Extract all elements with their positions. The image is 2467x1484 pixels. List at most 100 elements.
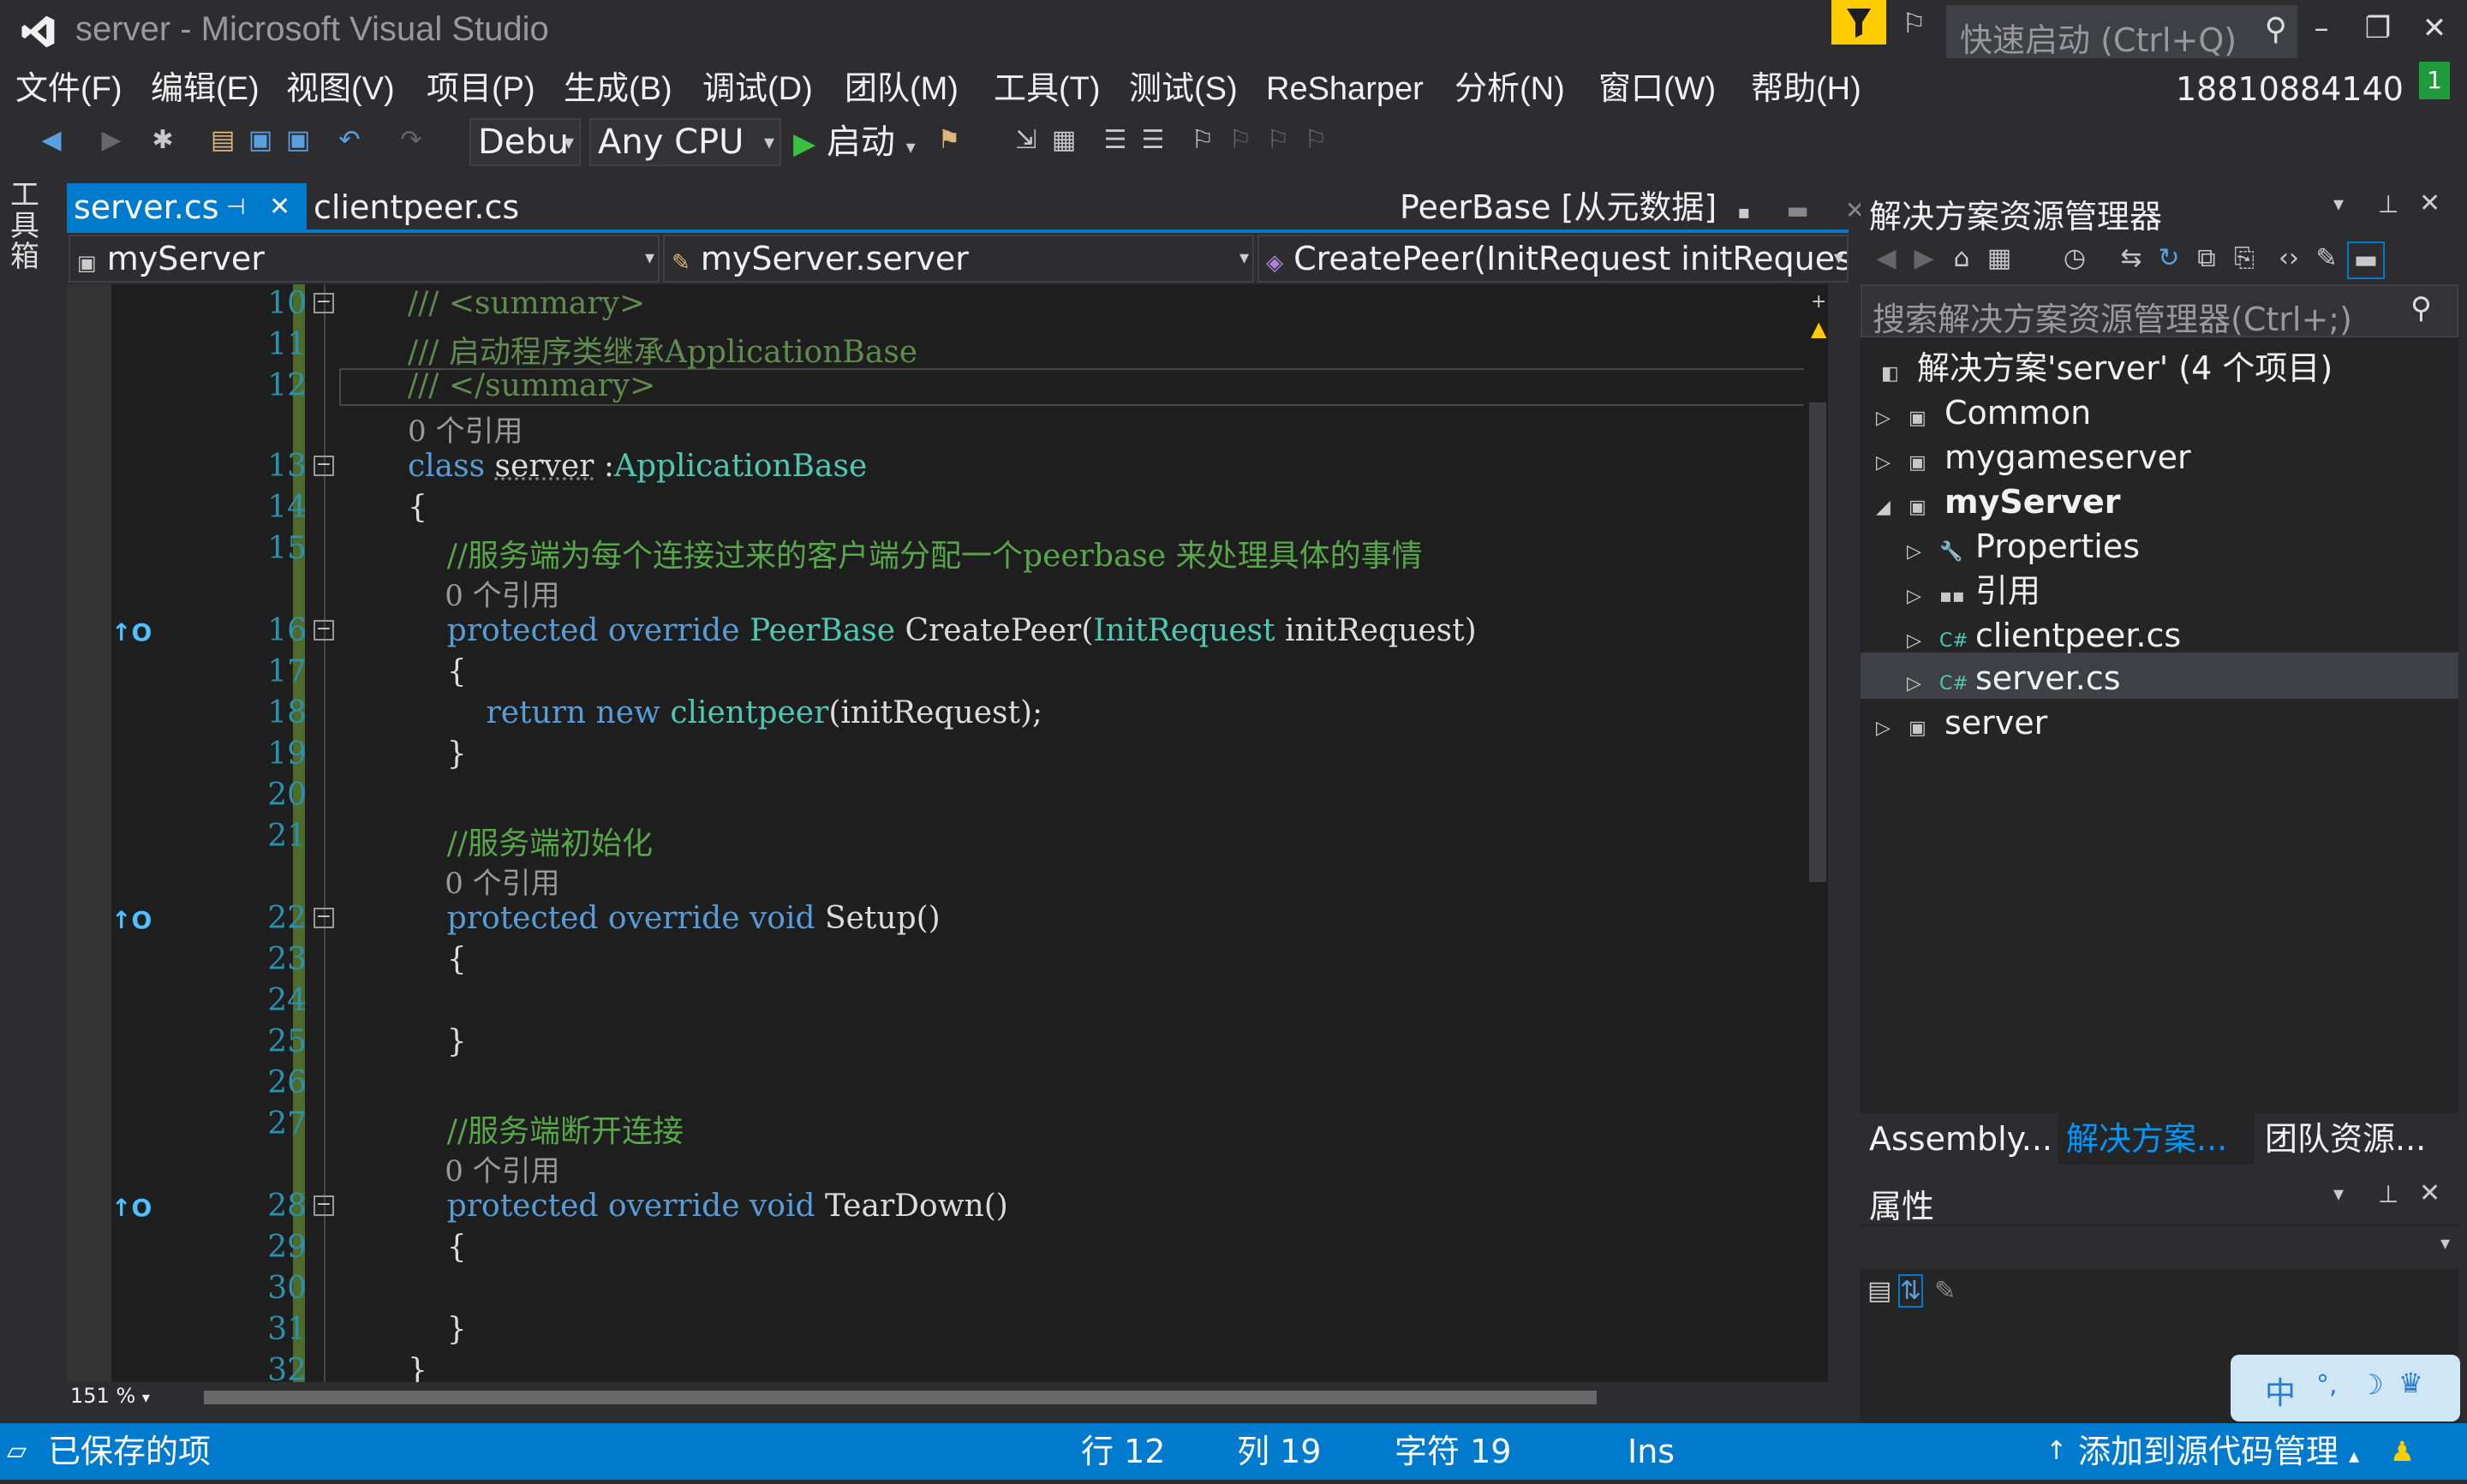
browser-link-icon[interactable]: ⚑ [932, 123, 966, 158]
add-to-source-control[interactable]: 添加到源代码管理 ▴ [2078, 1423, 2359, 1484]
menu-test[interactable]: 测试(S) [1129, 65, 1238, 113]
pin-icon[interactable]: ⊣ [226, 183, 246, 231]
editor-horizontal-scrollbar[interactable]: 151 % ▾ [67, 1382, 1828, 1411]
open-file-icon[interactable]: ▤ [206, 123, 240, 158]
view-code-icon[interactable]: ‹› [2272, 241, 2306, 276]
reference-count[interactable]: 0 个引用 [408, 408, 523, 450]
new-project-icon[interactable]: ✱ [146, 123, 180, 158]
override-marker-icon[interactable]: ↑O [111, 618, 152, 647]
indent-icon[interactable]: ☰ [1098, 123, 1132, 158]
collapse-icon[interactable]: − [314, 456, 334, 476]
show-all-files-icon[interactable]: ⎘ [2227, 241, 2261, 276]
project-dropdown[interactable]: ▣ myServer ▾ [69, 235, 660, 283]
quick-launch-input[interactable]: 快速启动 (Ctrl+Q) ⚲ [1946, 5, 2297, 59]
code-editor[interactable]: − 10 /// <summary> 11 /// 启动程序类继承Applica… [67, 284, 1804, 1382]
tree-item-references[interactable]: ▷ ▪▪ 引用 [1907, 569, 2040, 613]
menu-resharper[interactable]: ReSharper [1266, 65, 1424, 113]
scrollbar-thumb[interactable] [1809, 402, 1826, 882]
tree-item-common[interactable]: ▷ ▣ Common [1876, 390, 2091, 435]
keep-open-icon[interactable]: ▬ [1760, 196, 1808, 224]
pin-icon[interactable]: ⊥ [2378, 190, 2398, 218]
class-dropdown[interactable]: ✎ myServer.server ▾ [663, 235, 1254, 283]
ime-toolbar[interactable]: 中 °, ☽ ♛ [2231, 1355, 2460, 1421]
tab-peerbase-preview[interactable]: PeerBase [从元数据] ▪ ▬ ✕ ▾ [1393, 183, 1914, 231]
menu-file[interactable]: 文件(F) [15, 65, 122, 113]
notification-bell-icon[interactable]: ♟ [2390, 1423, 2415, 1480]
reference-count[interactable]: 0 个引用 [408, 860, 559, 902]
solution-platform-select[interactable]: Any CPU ▾ [589, 118, 781, 166]
switch-views-icon[interactable]: ▦ [1982, 241, 2016, 276]
tab-server-cs[interactable]: server.cs ⊣ ✕ [67, 183, 307, 231]
solution-explorer-search-input[interactable]: 搜索解决方案资源管理器(Ctrl+;) ⚲ [1861, 284, 2458, 338]
tree-item-clientpeer-cs[interactable]: ▷ C# clientpeer.cs [1907, 613, 2181, 658]
tree-item-solution[interactable]: ◧ 解决方案'server' (4 个项目) [1881, 346, 2333, 390]
redo-icon[interactable]: ↷ [394, 123, 428, 158]
override-marker-icon[interactable]: ↑O [111, 1194, 152, 1222]
refresh-icon[interactable]: ↻ [2152, 241, 2186, 276]
undo-icon[interactable]: ↶ [332, 123, 367, 158]
tree-item-server-cs[interactable]: ▷ C# server.cs [1907, 656, 2121, 700]
save-icon[interactable]: ▣ [243, 123, 278, 158]
menu-window[interactable]: 窗口(W) [1598, 65, 1716, 113]
outdent-icon[interactable]: ☰ [1136, 123, 1170, 158]
collapse-icon[interactable]: − [314, 1195, 334, 1216]
pin-icon[interactable]: ⊥ [2378, 1180, 2398, 1208]
tab-team-explorer[interactable]: 团队资源... [2256, 1113, 2453, 1165]
override-marker-icon[interactable]: ↑O [111, 906, 152, 934]
expand-icon[interactable]: ▷ [1876, 706, 1908, 751]
start-debugging-button[interactable]: ▶ 启动 ▾ [793, 118, 916, 172]
tree-item-server-project[interactable]: ▷ ▣ server [1876, 700, 2047, 745]
menu-project[interactable]: 项目(P) [427, 65, 535, 113]
menu-team[interactable]: 团队(M) [845, 65, 959, 113]
menu-view[interactable]: 视图(V) [286, 65, 395, 113]
menu-help[interactable]: 帮助(H) [1751, 65, 1861, 113]
alphabetical-icon[interactable]: ⇅ [1898, 1274, 1924, 1308]
visual-studio-logo-icon[interactable] [19, 12, 58, 51]
scrollbar-thumb[interactable] [204, 1391, 1597, 1404]
menu-edit[interactable]: 编辑(E) [151, 65, 260, 113]
collapse-icon[interactable]: − [314, 908, 334, 928]
notification-badge[interactable]: 1 [2419, 62, 2450, 99]
bookmark-icon[interactable]: ⚐ [1186, 123, 1220, 158]
warning-icon[interactable]: ▲ [1811, 317, 1826, 341]
next-bookmark-icon[interactable]: ⚐ [1261, 123, 1295, 158]
menu-tools[interactable]: 工具(T) [994, 65, 1101, 113]
tree-item-properties[interactable]: ▷ 🔧 Properties [1907, 524, 2140, 569]
tab-assembly-explorer[interactable]: Assembly... [1861, 1113, 2061, 1165]
close-icon[interactable]: ✕ [2419, 188, 2440, 218]
tree-item-myserver[interactable]: ◢ ▣ myServer [1876, 480, 2121, 524]
property-pages-icon[interactable]: ✎ [1934, 1276, 1956, 1306]
previous-bookmark-icon[interactable]: ⚐ [1223, 123, 1257, 158]
chevron-down-icon[interactable]: ▾ [2333, 192, 2344, 216]
zoom-level[interactable]: 151 % ▾ [70, 1384, 150, 1408]
navigate-back-icon[interactable]: ◀ [34, 123, 69, 158]
feedback-icon[interactable]: ⚐ [1902, 7, 1932, 39]
member-dropdown[interactable]: ◈ CreatePeer(InitRequest initRequest ▾ [1257, 235, 1849, 283]
menu-analyze[interactable]: 分析(N) [1455, 65, 1565, 113]
split-editor-icon[interactable]: + [1811, 291, 1826, 313]
close-icon[interactable]: ✕ [2419, 1178, 2440, 1208]
properties-icon[interactable]: ✎ [2309, 241, 2344, 276]
restore-button[interactable]: ❐ [2352, 7, 2404, 50]
back-icon[interactable]: ◀ [1869, 241, 1903, 276]
clear-bookmarks-icon[interactable]: ⚐ [1299, 123, 1333, 158]
preview-selected-icon[interactable]: ▬ [2347, 241, 2385, 279]
close-tab-icon[interactable]: ✕ [1819, 196, 1865, 224]
collapse-icon[interactable]: − [314, 293, 334, 313]
step-icon[interactable]: ⇲ [1009, 123, 1043, 158]
close-button[interactable]: ✕ [2409, 7, 2460, 50]
tree-item-mygameserver[interactable]: ▷ ▣ mygameserver [1876, 435, 2191, 480]
save-all-icon[interactable]: ▣ [281, 123, 315, 158]
tab-clientpeer-cs[interactable]: clientpeer.cs [307, 183, 570, 231]
close-tab-icon[interactable]: ✕ [269, 183, 290, 231]
collapse-icon[interactable]: ◢ [1876, 486, 1908, 530]
home-icon[interactable]: ⌂ [1944, 241, 1979, 276]
search-icon[interactable]: ⚲ [2265, 12, 2287, 47]
show-threads-icon[interactable]: ▦ [1047, 123, 1081, 158]
collapse-all-icon[interactable]: ⧉ [2189, 241, 2224, 276]
properties-object-select[interactable]: ▾ [1861, 1226, 2458, 1269]
minimize-button[interactable]: – [2296, 7, 2347, 50]
pending-changes-icon[interactable]: ◷ [2058, 241, 2092, 276]
reference-count[interactable]: 0 个引用 [408, 1147, 559, 1189]
forward-icon[interactable]: ▶ [1907, 241, 1941, 276]
